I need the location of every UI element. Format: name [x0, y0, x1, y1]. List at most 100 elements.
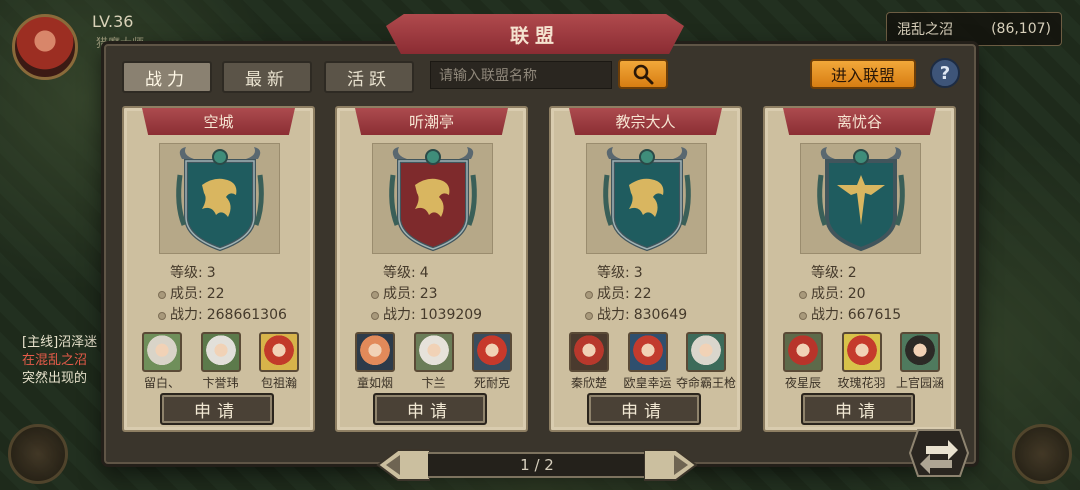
stat-label: 战力:	[811, 307, 844, 323]
alliance-card: 教宗大人 等级: 3 成员: 22 战力: 830649 秦欣楚 欧皇幸运 夺命…	[549, 106, 742, 432]
alliance-stats: 等级: 2 成员: 20 战力: 667615	[799, 263, 901, 326]
member-name: 童如烟	[356, 376, 393, 390]
member-portrait	[200, 332, 241, 372]
alliance-name: 空城	[142, 108, 295, 135]
alliance-name: 教宗大人	[569, 108, 722, 135]
member-bullet-icon	[585, 290, 593, 299]
member-bullet-icon	[371, 290, 379, 299]
stat-value: 268661306	[206, 307, 287, 323]
alliance-panel: 战力 最新 活跃 请输入联盟名称 进入联盟 ? 空城 等级: 3 成员: 22 …	[104, 44, 976, 464]
member-bullet-icon	[158, 290, 166, 299]
page-indicator-bar: 1 / 2	[428, 452, 646, 478]
stat-power: 战力: 1039209	[371, 305, 482, 326]
player-avatar[interactable]	[12, 14, 78, 80]
stat-level: 等级: 4	[371, 263, 482, 284]
apply-button[interactable]: 申请	[801, 393, 915, 425]
stat-label: 等级:	[597, 265, 630, 281]
enter-alliance-button[interactable]: 进入联盟	[810, 59, 916, 89]
member-portrait	[259, 332, 299, 372]
member-entry: 死耐克	[464, 332, 520, 391]
member-entry: 卞誉玮	[193, 332, 249, 391]
alliance-card: 听潮亭 等级: 4 成员: 23 战力: 1039209 童如烟 卞兰 死耐克 …	[335, 106, 528, 432]
apply-button[interactable]: 申请	[373, 393, 487, 425]
location-coordinates: (86,107)	[991, 21, 1051, 37]
stat-power: 战力: 830649	[585, 305, 687, 326]
stat-power: 战力: 268661306	[158, 305, 287, 326]
member-portrait	[783, 332, 823, 372]
stat-level: 等级: 3	[158, 263, 287, 284]
power-bullet-icon	[585, 311, 593, 320]
member-portrait	[413, 332, 454, 372]
pagination: 1 / 2	[374, 448, 700, 482]
stat-value: 3	[633, 265, 643, 281]
alliance-card: 空城 等级: 3 成员: 22 战力: 268661306 留白、 卞誉玮 包祖…	[122, 106, 315, 432]
member-portrait	[142, 332, 182, 372]
stat-label: 战力:	[597, 307, 630, 323]
tab-newest[interactable]: 最新	[222, 61, 312, 93]
search-button[interactable]	[618, 59, 668, 89]
stat-value: 830649	[633, 307, 688, 323]
stat-value: 4	[419, 265, 429, 281]
stat-label: 成员:	[383, 286, 416, 302]
apply-button[interactable]: 申请	[160, 393, 274, 425]
member-roster: 夜星辰 玫瑰花羽 上官园涵	[775, 332, 948, 391]
alliance-emblem	[372, 143, 493, 254]
member-entry: 夜星辰	[775, 332, 831, 391]
alliance-emblem	[159, 143, 280, 254]
member-roster: 留白、 卞誉玮 包祖瀚	[134, 332, 307, 391]
member-name: 留白、	[143, 376, 180, 390]
member-name: 卞誉玮	[202, 376, 239, 390]
alliance-stats: 等级: 4 成员: 23 战力: 1039209	[371, 263, 482, 326]
previous-page-arrow-icon[interactable]	[374, 448, 430, 482]
help-button[interactable]: ?	[930, 58, 960, 88]
alliance-card: 离忧谷 等级: 2 成员: 20 战力: 667615 夜星辰 玫瑰花羽 上官园…	[763, 106, 956, 432]
next-page-arrow-icon[interactable]	[644, 448, 700, 482]
stat-label: 等级:	[811, 265, 844, 281]
member-portrait	[472, 332, 512, 372]
member-entry: 留白、	[134, 332, 190, 391]
dragon-emblem-icon	[602, 146, 691, 251]
member-name: 包祖瀚	[260, 376, 297, 390]
stat-power: 战力: 667615	[799, 305, 901, 326]
power-bullet-icon	[158, 311, 166, 320]
member-portrait	[569, 332, 609, 372]
dragon-emblem-icon	[388, 146, 477, 251]
stat-members: 成员: 20	[799, 284, 901, 305]
stat-label: 成员:	[597, 286, 630, 302]
member-name: 夜星辰	[784, 376, 821, 390]
player-level: LV.36	[92, 12, 134, 31]
page-number: 1 / 2	[520, 456, 554, 474]
sword-skill-icon[interactable]	[8, 424, 68, 484]
alliance-name: 听潮亭	[355, 108, 508, 135]
stat-label: 成员:	[170, 286, 203, 302]
dragon-emblem-icon	[175, 146, 264, 251]
member-entry: 玫瑰花羽	[834, 332, 890, 391]
member-roster: 童如烟 卞兰 死耐克	[347, 332, 520, 391]
stat-value: 22	[206, 286, 225, 302]
tab-power[interactable]: 战力	[122, 61, 212, 93]
house-icon[interactable]	[1012, 424, 1072, 484]
member-name: 卞兰	[421, 376, 446, 390]
member-name: 上官园涵	[895, 376, 944, 390]
alliance-name: 离忧谷	[783, 108, 936, 135]
alliance-title-banner: 联盟	[386, 14, 684, 54]
member-portrait	[627, 332, 668, 372]
back-return-icon[interactable]	[908, 426, 970, 480]
member-entry: 童如烟	[347, 332, 403, 391]
member-entry: 欧皇幸运	[620, 332, 676, 391]
alliance-emblem	[586, 143, 707, 254]
stat-value: 3	[206, 265, 216, 281]
stat-members: 成员: 23	[371, 284, 482, 305]
search-icon	[633, 64, 654, 85]
stat-members: 成员: 22	[158, 284, 287, 305]
stat-label: 成员:	[811, 286, 844, 302]
tab-active[interactable]: 活跃	[324, 61, 414, 93]
member-name: 玫瑰花羽	[837, 376, 886, 390]
wing-emblem-icon	[816, 146, 905, 251]
stat-value: 2	[847, 265, 857, 281]
apply-button[interactable]: 申请	[587, 393, 701, 425]
location-indicator[interactable]: 混乱之沼 (86,107)	[886, 12, 1062, 46]
alliance-search-input[interactable]: 请输入联盟名称	[430, 61, 612, 89]
stat-label: 战力:	[383, 307, 416, 323]
stat-value: 667615	[847, 307, 902, 323]
